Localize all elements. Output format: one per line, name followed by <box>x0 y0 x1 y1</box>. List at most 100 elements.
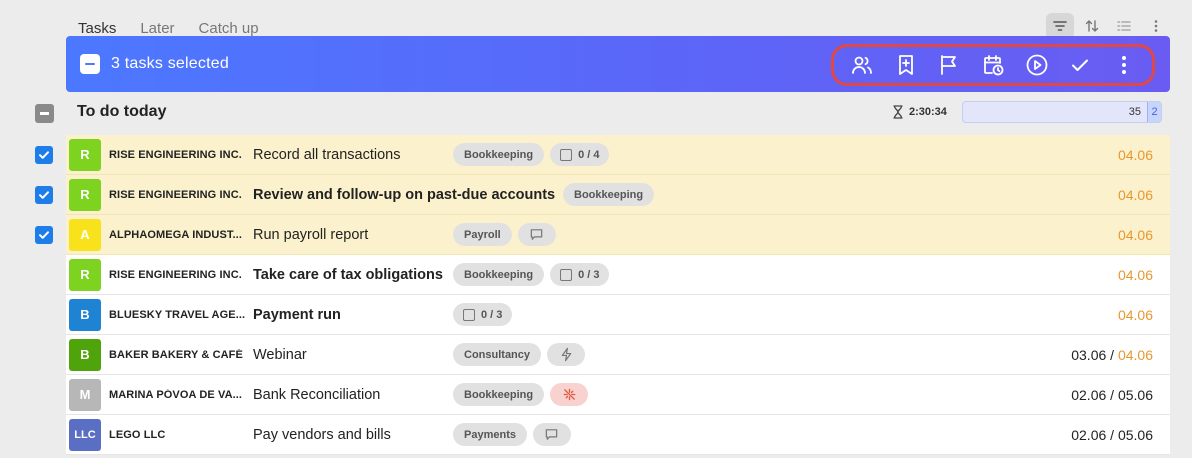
sort-icon <box>1085 20 1099 32</box>
lightning-icon <box>561 347 571 362</box>
tab-catch-up[interactable]: Catch up <box>199 20 259 37</box>
task-tag[interactable]: Consultancy <box>453 343 542 366</box>
deselect-all-checkbox[interactable] <box>80 54 100 74</box>
task-dates[interactable]: 02.06 / 05.06 <box>1071 387 1153 403</box>
check-icon <box>39 151 49 159</box>
task-dates[interactable]: 04.06 <box>1118 227 1153 243</box>
selection-bar: 3 tasks selected <box>66 36 1170 92</box>
task-checkbox[interactable] <box>35 226 53 244</box>
checklist-icon <box>560 268 573 281</box>
checklist-badge[interactable]: 0 / 3 <box>550 263 610 286</box>
task-dates[interactable]: 04.06 <box>1118 307 1153 323</box>
task-dates[interactable]: 02.06 / 05.06 <box>1071 427 1153 443</box>
check-icon <box>39 191 49 199</box>
task-title[interactable]: Record all transactions <box>253 147 401 163</box>
date-separator: / <box>1106 346 1118 363</box>
task-tags: 0 / 3 <box>453 303 513 326</box>
filter-icon <box>1053 21 1067 31</box>
client-name[interactable]: LEGO LLC <box>109 429 245 441</box>
client-name[interactable]: RISE ENGINEERING INC. <box>109 269 245 281</box>
task-dates[interactable]: 04.06 <box>1118 147 1153 163</box>
task-dates[interactable]: 03.06 / 04.06 <box>1071 347 1153 363</box>
client-avatar: M <box>69 378 101 411</box>
due-date: 04.06 <box>1117 306 1153 323</box>
add-bookmark-button[interactable] <box>890 49 922 81</box>
task-tag[interactable]: Bookkeeping <box>453 143 545 166</box>
task-tag[interactable]: Payments <box>453 423 527 446</box>
schedule-button[interactable] <box>977 49 1009 81</box>
checklist-icon <box>560 148 573 161</box>
task-title[interactable]: Pay vendors and bills <box>253 427 391 443</box>
task-tags: Bookkeeping 0 / 3 <box>453 263 610 286</box>
flag-icon <box>941 55 957 75</box>
task-title[interactable]: Webinar <box>253 347 307 363</box>
task-checkbox[interactable] <box>35 146 53 164</box>
task-row[interactable]: R RISE ENGINEERING INC. Take care of tax o… <box>66 255 1170 295</box>
due-date: 05.06 <box>1117 386 1153 403</box>
date-separator: / <box>1106 386 1118 403</box>
task-tags: Bookkeeping <box>563 183 655 206</box>
checklist-badge[interactable]: 0 / 4 <box>550 143 610 166</box>
checklist-badge[interactable]: 0 / 3 <box>453 303 513 326</box>
sync-off-badge[interactable] <box>550 383 589 406</box>
sync-off-icon <box>563 388 575 401</box>
comment-icon <box>546 429 558 440</box>
task-row[interactable]: R RISE ENGINEERING INC. Record all transac… <box>35 135 1170 175</box>
task-tag[interactable]: Bookkeeping <box>563 183 655 206</box>
task-dates[interactable]: 04.06 <box>1118 187 1153 203</box>
client-avatar: R <box>69 258 101 291</box>
more-actions-button[interactable] <box>1108 49 1140 81</box>
more-vertical-icon <box>1154 20 1158 32</box>
client-name[interactable]: RISE ENGINEERING INC. <box>109 149 245 161</box>
task-row[interactable]: R RISE ENGINEERING INC. Review and follow-… <box>35 175 1170 215</box>
start-date: 03.06 <box>1071 346 1107 363</box>
task-row[interactable]: LLC LEGO LLC Pay vendors and bills Payments… <box>66 415 1170 455</box>
tab-tasks[interactable]: Tasks <box>78 20 116 37</box>
task-title[interactable]: Review and follow-up on past-due account… <box>253 187 555 203</box>
assign-users-icon <box>851 56 872 74</box>
task-tags: Payroll <box>453 223 556 246</box>
client-name[interactable]: BLUESKY TRAVEL AGE... <box>109 309 245 321</box>
client-name[interactable]: RISE ENGINEERING INC. <box>109 189 245 201</box>
due-date: 04.06 <box>1117 266 1153 283</box>
task-title[interactable]: Payment run <box>253 307 341 323</box>
task-tag[interactable]: Payroll <box>453 223 512 246</box>
task-dates[interactable]: 04.06 <box>1118 267 1153 283</box>
view-tabs: Tasks Later Catch up <box>78 20 259 37</box>
client-avatar: R <box>69 138 101 171</box>
flag-button[interactable] <box>933 49 965 81</box>
task-tags: Bookkeeping <box>453 383 589 406</box>
task-checkbox[interactable] <box>35 186 53 204</box>
checklist-count: 0 / 3 <box>578 268 600 281</box>
list-view-icon <box>1117 21 1131 31</box>
task-tag[interactable]: Bookkeeping <box>453 383 545 406</box>
client-name[interactable]: ALPHAOMEGA INDUST... <box>109 229 245 241</box>
task-title[interactable]: Run payroll report <box>253 227 368 243</box>
lightning-badge[interactable] <box>547 343 586 366</box>
schedule-icon <box>984 55 1004 76</box>
task-tag[interactable]: Bookkeeping <box>453 263 545 286</box>
task-row[interactable]: A ALPHAOMEGA INDUST... Run payroll report P… <box>35 215 1170 255</box>
task-title[interactable]: Take care of tax obligations <box>253 267 443 283</box>
client-name[interactable]: MARINA PÓVOA DE VA... <box>109 389 245 401</box>
comment-badge[interactable] <box>517 223 556 246</box>
assign-users-button[interactable] <box>846 49 878 81</box>
checklist-count: 0 / 4 <box>578 148 600 161</box>
tab-later[interactable]: Later <box>140 20 174 37</box>
start-button[interactable] <box>1021 49 1053 81</box>
client-name[interactable]: BAKER BAKERY & CAFÉ <box>109 349 245 361</box>
selection-count: 3 tasks selected <box>111 55 229 72</box>
task-row[interactable]: B BLUESKY TRAVEL AGE... Payment run 0 / 3 04… <box>66 295 1170 335</box>
task-row[interactable]: M MARINA PÓVOA DE VA... Bank Reconciliatio… <box>66 375 1170 415</box>
task-title[interactable]: Bank Reconciliation <box>253 387 380 403</box>
checklist-count: 0 / 3 <box>481 308 503 321</box>
comment-badge[interactable] <box>532 423 571 446</box>
task-row[interactable]: B BAKER BAKERY & CAFÉ Webinar Consultancy 03… <box>66 335 1170 375</box>
complete-button[interactable] <box>1064 49 1096 81</box>
complete-icon <box>1072 59 1089 71</box>
more-vertical-icon <box>1122 56 1127 74</box>
due-date: 04.06 <box>1117 186 1153 203</box>
due-date: 04.06 <box>1117 146 1153 163</box>
date-separator: / <box>1106 426 1118 443</box>
section-select-checkbox[interactable] <box>35 104 54 123</box>
